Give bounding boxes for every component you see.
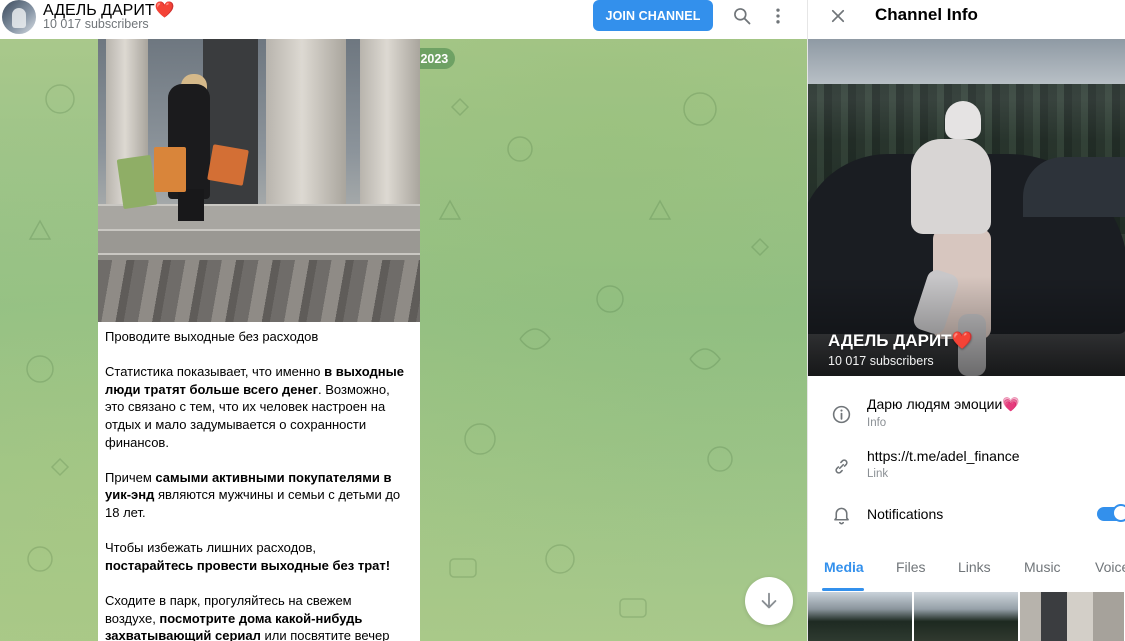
tab-media[interactable]: Media: [824, 559, 864, 575]
info-header: Channel Info: [808, 0, 1125, 39]
shopping-bag: [154, 147, 186, 192]
text-span: или посвятите вечер: [260, 628, 390, 641]
search-icon[interactable]: [730, 4, 754, 28]
post-heading: Проводите выходные без расходов: [105, 329, 319, 344]
arrow-down-icon: [761, 592, 777, 609]
cover-channel-title: АДЕЛЬ ДАРИТ❤️: [828, 331, 973, 350]
channel-link[interactable]: https://t.me/adel_finance: [867, 448, 1020, 464]
link-label: Link: [867, 468, 889, 480]
info-title: Channel Info: [875, 5, 978, 24]
chat-area: November 22, 2023 Проводите выходные без…: [0, 0, 807, 641]
text-bold: постарайтесь провести выходные без трат!: [105, 557, 391, 573]
bell-icon: [830, 503, 852, 525]
photo-figure-legs: [178, 189, 204, 221]
channel-info-panel: Channel Info АДЕЛЬ ДАРИТ❤️ 10 017 subscr…: [807, 0, 1125, 641]
cover-person-coat: [911, 139, 991, 234]
join-channel-button[interactable]: JOIN CHANNEL: [593, 0, 713, 31]
scroll-down-button[interactable]: [745, 577, 793, 625]
notifications-label: Notifications: [867, 506, 944, 522]
post-photo[interactable]: [98, 39, 420, 322]
cover-car-window: [1023, 157, 1125, 217]
channel-avatar[interactable]: [2, 0, 36, 34]
tab-music[interactable]: Music: [1024, 559, 1061, 575]
tab-voice[interactable]: Voice: [1095, 559, 1125, 575]
post-paragraph: Статистика показывает, что именно в выхо…: [105, 363, 405, 451]
media-thumbnail[interactable]: [914, 592, 1018, 641]
media-thumbnail[interactable]: [808, 592, 912, 641]
chat-header: АДЕЛЬ ДАРИТ❤️ 10 017 subscribers JOIN CH…: [0, 0, 807, 39]
description-row[interactable]: Дарю людям эмоции💗 Info: [808, 392, 1125, 437]
channel-description: Дарю людям эмоции💗: [867, 396, 1020, 412]
post-paragraph: Чтобы избежать лишних расходов, постарай…: [105, 539, 405, 574]
channel-cover-photo[interactable]: АДЕЛЬ ДАРИТ❤️ 10 017 subscribers: [808, 39, 1125, 376]
description-label: Info: [867, 417, 887, 429]
media-tabs: Media Files Links Music Voice: [808, 553, 1125, 589]
text-span: Причем: [105, 469, 156, 485]
text-span: Статистика показывает, что именно: [105, 364, 325, 380]
more-vertical-icon[interactable]: [766, 4, 790, 28]
shopping-bag: [207, 144, 249, 186]
info-icon: [830, 403, 852, 425]
link-icon: [830, 455, 852, 477]
notifications-toggle[interactable]: [1097, 504, 1125, 522]
link-row[interactable]: https://t.me/adel_finance Link: [808, 444, 1125, 489]
tab-links[interactable]: Links: [958, 559, 991, 575]
channel-post: Проводите выходные без расходов Статисти…: [98, 39, 420, 641]
post-paragraph: Причем самыми активными покупателями в у…: [105, 469, 405, 522]
tab-files[interactable]: Files: [896, 559, 926, 575]
subscriber-count: 10 017 subscribers: [43, 17, 149, 31]
post-text: Проводите выходные без расходов Статисти…: [105, 328, 405, 641]
close-icon[interactable]: [826, 4, 850, 28]
post-paragraph: Сходите в парк, прогуляйтесь на свежем в…: [105, 592, 405, 641]
cover-person-hat: [945, 101, 981, 139]
cover-subscriber-count: 10 017 subscribers: [828, 354, 934, 368]
active-tab-indicator: [822, 588, 864, 591]
photo-paving: [98, 260, 420, 322]
media-thumbnail[interactable]: [1020, 592, 1124, 641]
text-span: Чтобы избежать лишних расходов,: [105, 540, 316, 556]
media-grid: [808, 592, 1125, 641]
notifications-row[interactable]: Notifications: [808, 497, 1125, 531]
shopping-bag: [116, 154, 158, 210]
